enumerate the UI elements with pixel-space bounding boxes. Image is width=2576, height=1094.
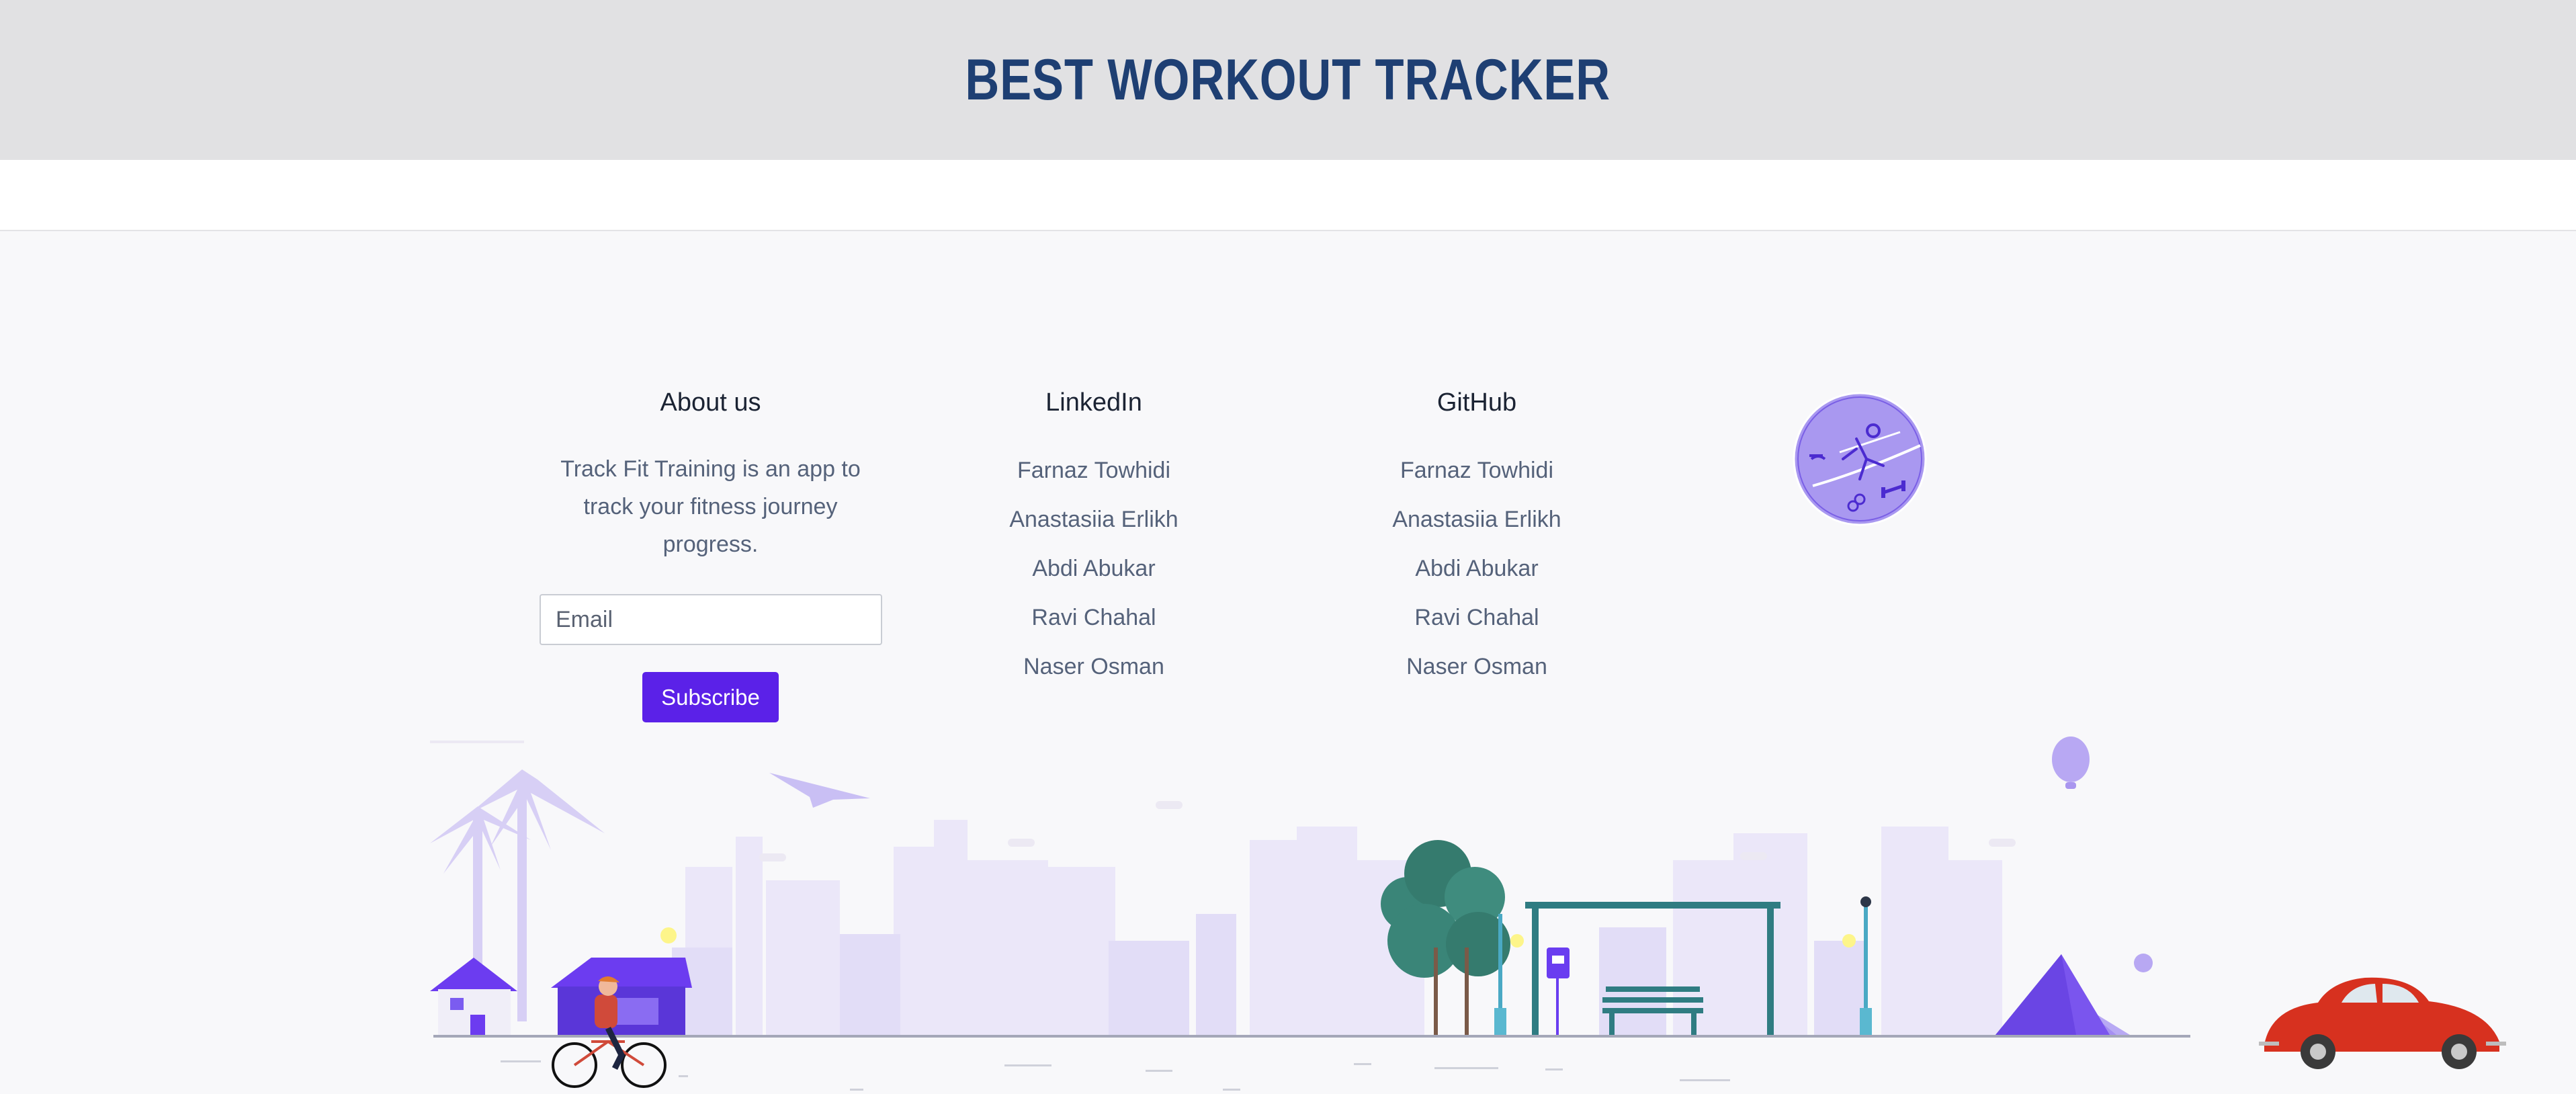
github-column: GitHub Farnaz Towhidi Anastasiia Erlikh … [1336, 390, 1618, 691]
github-link[interactable]: Naser Osman [1336, 642, 1618, 691]
linkedin-link[interactable]: Ravi Chahal [953, 593, 1235, 642]
linkedin-link[interactable]: Naser Osman [953, 642, 1235, 691]
github-link[interactable]: Ravi Chahal [1336, 593, 1618, 642]
linkedin-link[interactable]: Anastasiia Erlikh [953, 495, 1235, 544]
page-title: BEST WORKOUT TRACKER [965, 47, 1611, 112]
github-link[interactable]: Abdi Abukar [1336, 544, 1618, 593]
about-us-description: Track Fit Training is an app to track yo… [560, 456, 861, 557]
spacer-band [0, 160, 2576, 231]
email-field[interactable] [540, 594, 882, 645]
linkedin-heading: LinkedIn [1045, 388, 1142, 417]
github-heading: GitHub [1436, 388, 1517, 417]
fitness-logo-icon[interactable] [1793, 392, 1927, 526]
linkedin-link[interactable]: Abdi Abukar [953, 544, 1235, 593]
linkedin-link[interactable]: Farnaz Towhidi [953, 446, 1235, 495]
linkedin-column: LinkedIn Farnaz Towhidi Anastasiia Erlik… [953, 390, 1235, 691]
about-us-column: About us Track Fit Training is an app to… [540, 388, 882, 722]
github-link[interactable]: Anastasiia Erlikh [1336, 495, 1618, 544]
page-header: BEST WORKOUT TRACKER [0, 0, 2576, 160]
linkedin-list: Farnaz Towhidi Anastasiia Erlikh Abdi Ab… [953, 446, 1235, 691]
github-list: Farnaz Towhidi Anastasiia Erlikh Abdi Ab… [1336, 446, 1618, 691]
github-link[interactable]: Farnaz Towhidi [1336, 446, 1618, 495]
subscribe-button[interactable]: Subscribe [642, 672, 779, 722]
about-us-heading: About us [660, 388, 761, 417]
city-street-illustration [430, 737, 2506, 1091]
